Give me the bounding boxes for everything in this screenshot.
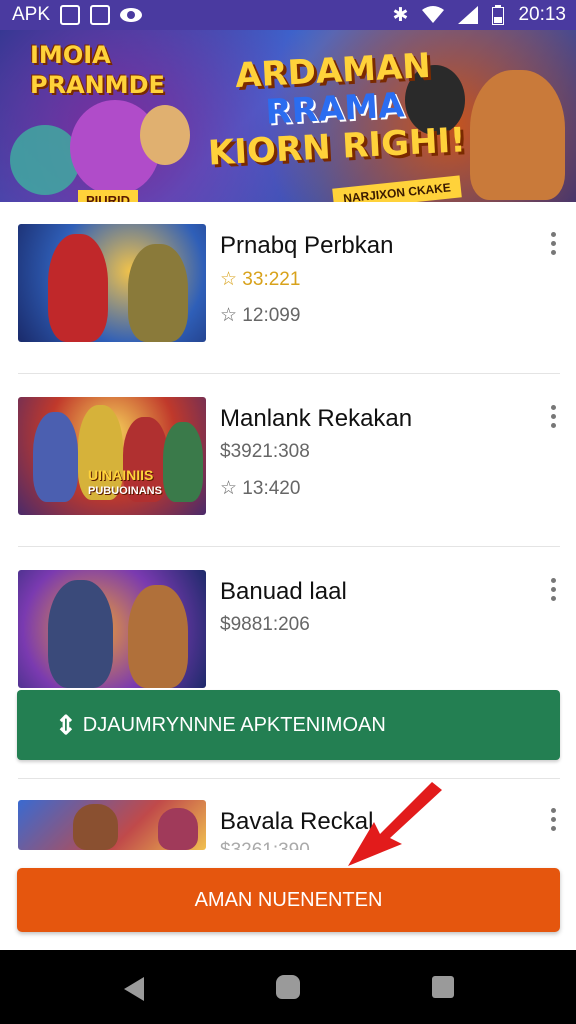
- banner-left-title: IMOIA PRANMDE: [30, 41, 165, 99]
- more-options-icon[interactable]: [550, 578, 556, 601]
- banner-donkey-art: [470, 70, 565, 200]
- app-thumbnail: [18, 800, 206, 850]
- app-thumbnail: [18, 570, 206, 688]
- banner-main-title: ARDAMAN RRAMA KIORN RIGHI!: [207, 45, 467, 174]
- image-icon: [90, 5, 111, 25]
- app-title: Prnabq Perbkan: [220, 232, 394, 259]
- banner-tablet-art: [10, 125, 80, 195]
- app-price: $3921:308: [220, 441, 310, 462]
- signal-icon: [458, 6, 479, 24]
- app-thumbnail: [18, 224, 206, 342]
- app-title: Banuad laal: [220, 578, 347, 605]
- red-arrow-icon: [348, 782, 442, 866]
- status-time: 20:13: [518, 4, 566, 25]
- app-price: $9881:206: [220, 614, 310, 635]
- download-apk-button[interactable]: ⇕ DJAUMRYNNNE APKTENIMOAN: [17, 690, 560, 760]
- banner-badge: PIURID: [78, 190, 139, 202]
- divider: [18, 546, 560, 547]
- more-options-icon[interactable]: [550, 405, 556, 428]
- wifi-icon: [422, 6, 445, 23]
- app-downloads: ☆ 12:099: [220, 305, 301, 326]
- install-button[interactable]: AMAN NUENENTEN: [17, 868, 560, 932]
- divider: [18, 778, 560, 779]
- app-list-item[interactable]: Prnabq Perbkan ☆ 33:221 ☆ 12:099: [18, 224, 560, 344]
- thumbnail-caption: UINAINIIS PUBUOINANS: [88, 467, 162, 497]
- divider: [18, 373, 560, 374]
- bluetooth-icon: ✱: [392, 4, 409, 26]
- install-button-label: AMAN NUENENTEN: [194, 888, 383, 911]
- download-apk-button-label: DJAUMRYNNNE APKTENIMOAN: [82, 713, 386, 736]
- status-bar: APK ✱ 20:13: [0, 0, 576, 30]
- battery-icon: [492, 5, 505, 25]
- home-icon[interactable]: [276, 975, 300, 999]
- promo-banner[interactable]: IMOIA PRANMDE ARDAMAN RRAMA KIORN RIGHI!…: [0, 30, 576, 202]
- recent-apps-icon[interactable]: [432, 976, 454, 998]
- banner-sidekick-art: [140, 105, 190, 165]
- app-list-item[interactable]: UINAINIIS PUBUOINANS Manlank Rekakan $39…: [18, 397, 560, 517]
- more-options-icon[interactable]: [550, 232, 556, 255]
- back-icon[interactable]: [124, 977, 144, 1001]
- more-options-icon[interactable]: [550, 808, 556, 831]
- banner-subtitle: NARJIXON CKAKE: [332, 175, 462, 202]
- app-rating: ☆ 33:221: [220, 269, 301, 290]
- app-title: Manlank Rekakan: [220, 405, 413, 432]
- sim-card-icon: [60, 5, 81, 25]
- app-list-item[interactable]: Banuad laal $9881:206: [18, 570, 560, 690]
- status-app-label: APK: [12, 4, 51, 25]
- download-icon: ⇕: [55, 709, 77, 740]
- eye-icon: [120, 8, 143, 22]
- app-downloads: ☆ 13:420: [220, 478, 301, 499]
- app-thumbnail: UINAINIIS PUBUOINANS: [18, 397, 206, 515]
